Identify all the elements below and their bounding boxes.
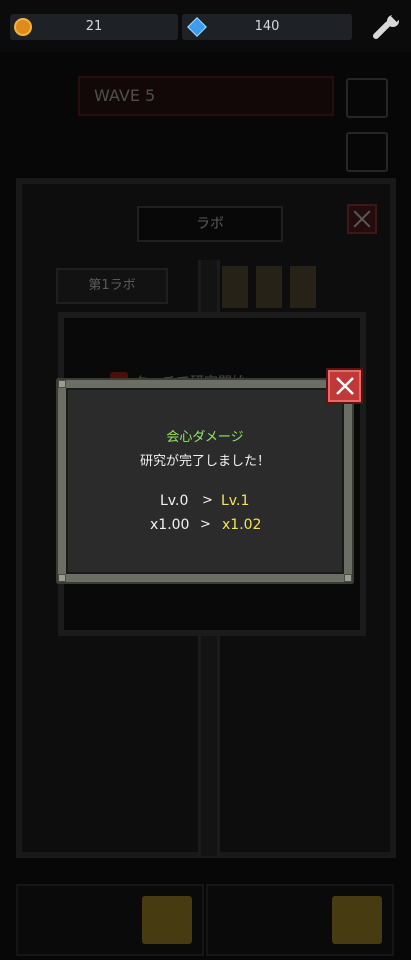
research-complete-dialog xyxy=(56,378,354,584)
lab-close-icon xyxy=(347,204,377,234)
bottom-card-button xyxy=(332,896,382,944)
level-before: Lv.0 xyxy=(160,493,189,509)
rivet xyxy=(58,574,66,582)
bottom-card-button xyxy=(142,896,192,944)
level-after: Lv.1 xyxy=(221,493,250,509)
currency-bar: 21 140 xyxy=(0,0,411,52)
wrench-icon[interactable] xyxy=(372,14,402,40)
close-button[interactable] xyxy=(328,370,361,402)
dialog-body xyxy=(66,388,344,574)
multiplier-before: x1.00 xyxy=(150,517,190,533)
coin-value: 21 xyxy=(85,19,103,34)
gem-value: 140 xyxy=(254,19,280,34)
bottom-card-left xyxy=(16,884,204,956)
dialog-title: 会心ダメージ xyxy=(166,430,244,445)
multiplier-after: x1.02 xyxy=(222,517,262,533)
rivet xyxy=(344,574,352,582)
wave-label: WAVE 5 xyxy=(94,86,156,105)
lab-title: ラボ xyxy=(137,206,283,242)
gem-counter: 140 xyxy=(182,14,352,40)
wave-banner: WAVE 5 xyxy=(78,76,334,116)
lab-tab-1: 第1ラボ xyxy=(56,268,168,304)
lab-crates xyxy=(222,266,322,308)
video-icon xyxy=(346,132,388,172)
coin-counter: 21 xyxy=(10,14,178,40)
close-icon xyxy=(336,377,354,395)
bottom-card-right xyxy=(206,884,394,956)
dialog-message: 研究が完了しました！ xyxy=(139,454,270,469)
rivet xyxy=(58,380,66,388)
upgrade-icon xyxy=(346,78,388,118)
arrow-icon: > xyxy=(200,517,211,532)
arrow-icon: > xyxy=(202,493,213,508)
